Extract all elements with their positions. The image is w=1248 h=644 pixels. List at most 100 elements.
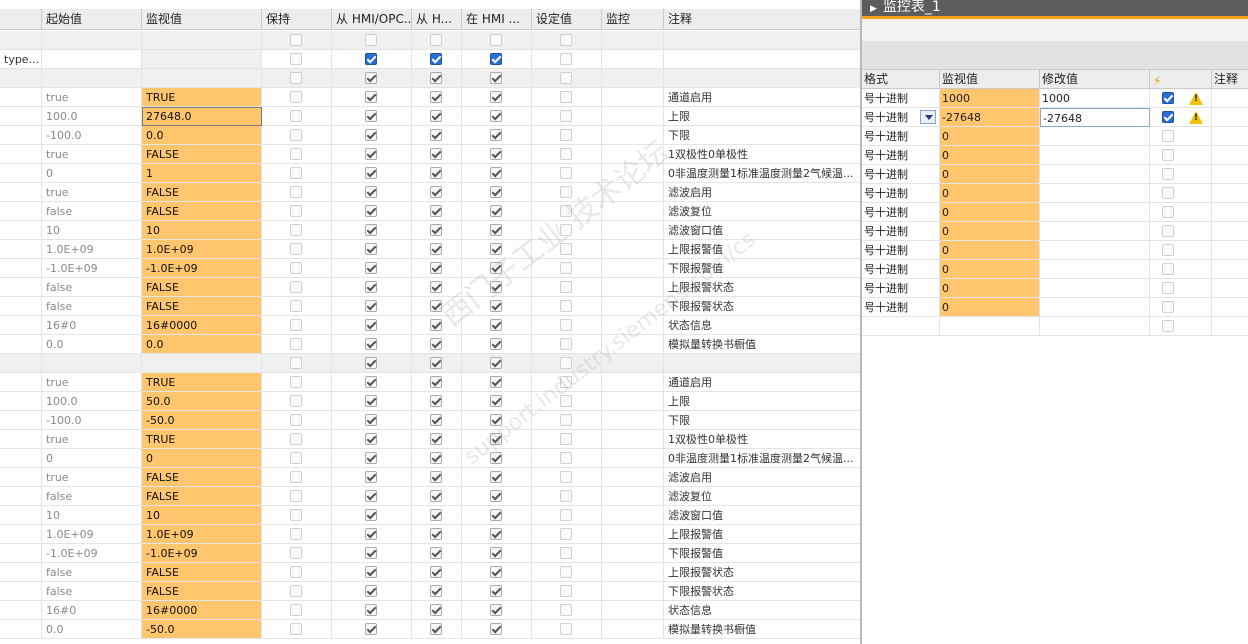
row-checkbox[interactable]: [430, 72, 442, 84]
monitor-value-cell[interactable]: 0.0: [142, 126, 262, 145]
row-checkbox[interactable]: [290, 91, 302, 103]
row-checkbox[interactable]: [365, 395, 377, 407]
db-table-row[interactable]: 1.0E+09 1.0E+09 上限报警值: [0, 525, 860, 544]
watch-table-row[interactable]: [862, 317, 1248, 336]
monitor-value-cell[interactable]: FALSE: [142, 297, 262, 316]
row-checkbox[interactable]: [430, 471, 442, 483]
row-checkbox[interactable]: [290, 129, 302, 141]
row-checkbox[interactable]: [290, 167, 302, 179]
monitor-value-cell[interactable]: 16#0000: [142, 601, 262, 620]
row-checkbox[interactable]: [430, 357, 442, 369]
display-format-cell[interactable]: 号十进制: [862, 184, 940, 203]
row-checkbox[interactable]: [430, 547, 442, 559]
row-checkbox[interactable]: [490, 262, 502, 274]
monitor-value-cell[interactable]: 16#0000: [142, 316, 262, 335]
row-checkbox[interactable]: [365, 433, 377, 445]
row-checkbox[interactable]: [365, 509, 377, 521]
row-checkbox[interactable]: [490, 566, 502, 578]
modify-checkbox[interactable]: [1162, 225, 1174, 237]
display-format-cell[interactable]: 号十进制: [862, 260, 940, 279]
row-checkbox[interactable]: [290, 243, 302, 255]
row-checkbox[interactable]: [560, 490, 572, 502]
row-checkbox[interactable]: [430, 528, 442, 540]
row-checkbox[interactable]: [430, 414, 442, 426]
watch-table-row[interactable]: 号十进制 0: [862, 127, 1248, 146]
monitor-value-cell[interactable]: FALSE: [142, 582, 262, 601]
row-checkbox[interactable]: [430, 452, 442, 464]
row-checkbox[interactable]: [290, 566, 302, 578]
watch-comment-cell[interactable]: [1212, 241, 1248, 260]
watch-comment-cell[interactable]: [1212, 89, 1248, 108]
monitor-value-cell[interactable]: -50.0: [142, 620, 262, 639]
row-checkbox[interactable]: [490, 129, 502, 141]
watch-table-row[interactable]: 号十进制 0: [862, 203, 1248, 222]
row-checkbox[interactable]: [490, 205, 502, 217]
row-checkbox[interactable]: [290, 319, 302, 331]
watch-comment-cell[interactable]: [1212, 298, 1248, 317]
header-watch-comment[interactable]: 注释: [1212, 70, 1248, 89]
row-checkbox[interactable]: [560, 585, 572, 597]
row-checkbox[interactable]: [560, 528, 572, 540]
db-table-row[interactable]: type...: [0, 50, 860, 69]
monitor-value-cell[interactable]: TRUE: [142, 88, 262, 107]
row-checkbox[interactable]: [560, 319, 572, 331]
row-checkbox[interactable]: [430, 129, 442, 141]
row-checkbox[interactable]: [430, 148, 442, 160]
row-checkbox[interactable]: [490, 376, 502, 388]
row-checkbox[interactable]: [490, 471, 502, 483]
db-table-row[interactable]: -1.0E+09 -1.0E+09 下限报警值: [0, 259, 860, 278]
row-checkbox[interactable]: [365, 376, 377, 388]
row-checkbox[interactable]: [290, 433, 302, 445]
row-checkbox[interactable]: [430, 338, 442, 350]
db-table-row[interactable]: true FALSE 滤波启用: [0, 183, 860, 202]
db-table-row[interactable]: true TRUE 通道启用: [0, 88, 860, 107]
db-table-row[interactable]: 100.0 27648.0 上限: [0, 107, 860, 126]
row-checkbox[interactable]: [490, 167, 502, 179]
row-checkbox[interactable]: [365, 243, 377, 255]
row-checkbox[interactable]: [290, 110, 302, 122]
modify-value-cell[interactable]: [1040, 317, 1150, 336]
row-checkbox[interactable]: [560, 72, 572, 84]
row-checkbox[interactable]: [365, 490, 377, 502]
row-checkbox[interactable]: [430, 91, 442, 103]
monitor-value-cell[interactable]: 0.0: [142, 335, 262, 354]
monitor-value-cell[interactable]: 0: [142, 449, 262, 468]
db-table-row[interactable]: -1.0E+09 -1.0E+09 下限报警值: [0, 544, 860, 563]
row-checkbox[interactable]: [290, 585, 302, 597]
row-checkbox[interactable]: [430, 433, 442, 445]
watch-table-row[interactable]: 号十进制 -27648 -27648: [862, 108, 1248, 127]
row-checkbox[interactable]: [365, 414, 377, 426]
monitor-value-cell[interactable]: [142, 354, 262, 373]
row-checkbox[interactable]: [365, 471, 377, 483]
display-format-cell[interactable]: 号十进制: [862, 203, 940, 222]
row-checkbox[interactable]: [290, 224, 302, 236]
monitor-value-cell[interactable]: -1.0E+09: [142, 259, 262, 278]
header-modify-flag[interactable]: ⚡: [1150, 70, 1212, 89]
db-table-row[interactable]: 16#0 16#0000 状态信息: [0, 316, 860, 335]
db-table-row[interactable]: 0 0 0非温度测量1标准温度测量2气候温...: [0, 449, 860, 468]
row-checkbox[interactable]: [430, 34, 442, 46]
row-checkbox[interactable]: [490, 91, 502, 103]
watch-comment-cell[interactable]: [1212, 222, 1248, 241]
watch-table-row[interactable]: 号十进制 0: [862, 241, 1248, 260]
db-table-row[interactable]: false FALSE 滤波复位: [0, 487, 860, 506]
db-table-row[interactable]: 100.0 50.0 上限: [0, 392, 860, 411]
row-checkbox[interactable]: [430, 585, 442, 597]
row-checkbox[interactable]: [290, 205, 302, 217]
display-format-cell[interactable]: 号十进制: [862, 241, 940, 260]
row-checkbox[interactable]: [365, 566, 377, 578]
row-checkbox[interactable]: [365, 205, 377, 217]
modify-value-cell[interactable]: 1000: [1040, 89, 1150, 108]
row-checkbox[interactable]: [365, 338, 377, 350]
row-checkbox[interactable]: [290, 72, 302, 84]
row-checkbox[interactable]: [430, 566, 442, 578]
row-checkbox[interactable]: [560, 34, 572, 46]
row-checkbox[interactable]: [365, 357, 377, 369]
row-checkbox[interactable]: [560, 129, 572, 141]
db-table-row[interactable]: -100.0 0.0 下限: [0, 126, 860, 145]
monitor-value-cell[interactable]: FALSE: [142, 468, 262, 487]
row-checkbox[interactable]: [490, 357, 502, 369]
watch-table-title[interactable]: ▶ 监控表_1: [870, 0, 941, 16]
row-checkbox[interactable]: [290, 623, 302, 635]
db-table-row[interactable]: true TRUE 通道启用: [0, 373, 860, 392]
